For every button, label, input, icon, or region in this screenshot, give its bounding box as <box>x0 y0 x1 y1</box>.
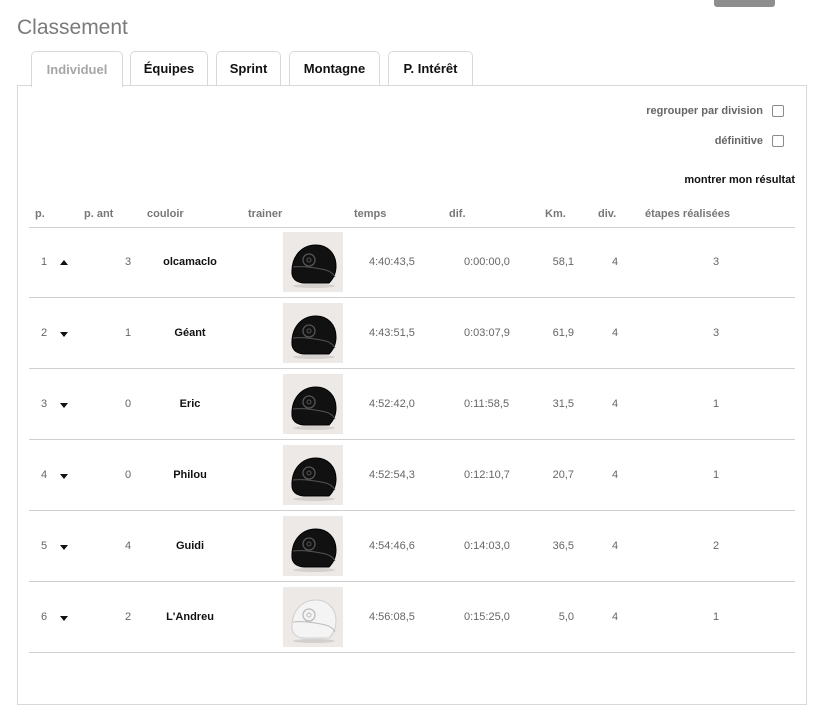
row-km: 31,5 <box>552 398 574 410</box>
col-div: div. <box>598 208 617 220</box>
table-body: 1 3 olcamaclo 4:40:43,5 0:00:00,0 58,1 4 3 2 1 Géa… <box>29 227 795 653</box>
col-position: p. <box>35 208 45 220</box>
row-previous: 2 <box>125 611 132 623</box>
show-my-result-link[interactable]: montrer mon résultat <box>684 174 795 186</box>
trend-down-icon <box>60 332 68 337</box>
row-diff: 0:00:00,0 <box>464 256 510 268</box>
trend-down-icon <box>60 545 68 550</box>
tab-equipes[interactable]: Équipes <box>130 51 208 85</box>
row-position: 3 <box>41 398 48 410</box>
row-previous: 1 <box>125 327 132 339</box>
row-name[interactable]: Eric <box>149 398 231 410</box>
tab-sprint[interactable]: Sprint <box>216 51 281 85</box>
row-stages: 1 <box>713 469 720 481</box>
trend-up-icon <box>60 260 68 265</box>
helmet-dark-icon <box>283 374 343 434</box>
row-name[interactable]: L'Andreu <box>149 611 231 623</box>
row-previous: 0 <box>125 398 132 410</box>
final-checkbox[interactable] <box>772 135 784 147</box>
row-time: 4:54:46,6 <box>369 540 415 552</box>
row-position: 2 <box>41 327 48 339</box>
table-row[interactable]: 5 4 Guidi 4:54:46,6 0:14:03,0 36,5 4 2 <box>29 511 795 582</box>
table-header: p. p. ant couloir trainer temps dif. Km.… <box>29 207 795 228</box>
final-option[interactable]: définitive <box>715 135 784 147</box>
page-title: Classement <box>17 16 128 39</box>
helmet-dark-icon <box>283 303 343 363</box>
table-row[interactable]: 4 0 Philou 4:52:54,3 0:12:10,7 20,7 4 1 <box>29 440 795 511</box>
helmet-dark-icon <box>283 232 343 292</box>
trend-down-icon <box>60 474 68 479</box>
trend-down-icon <box>60 403 68 408</box>
col-lane: couloir <box>147 208 184 220</box>
row-previous: 3 <box>125 256 132 268</box>
row-diff: 0:14:03,0 <box>464 540 510 552</box>
row-div: 4 <box>612 256 619 268</box>
helmet-dark-icon <box>283 516 343 576</box>
tab-p-interet[interactable]: P. Intérêt <box>388 51 473 85</box>
row-position: 4 <box>41 469 48 481</box>
table-row[interactable]: 2 1 Géant 4:43:51,5 0:03:07,9 61,9 4 3 <box>29 298 795 369</box>
row-km: 5,0 <box>558 611 574 623</box>
row-name[interactable]: Géant <box>149 327 231 339</box>
group-by-division-checkbox[interactable] <box>772 105 784 117</box>
row-diff: 0:03:07,9 <box>464 327 510 339</box>
col-stages: étapes réalisées <box>645 208 731 220</box>
row-div: 4 <box>612 469 619 481</box>
table-row[interactable]: 1 3 olcamaclo 4:40:43,5 0:00:00,0 58,1 4 3 <box>29 227 795 298</box>
row-position: 6 <box>41 611 48 623</box>
table-row[interactable]: 6 2 L'Andreu 4:56:08,5 0:15:25,0 5,0 4 1 <box>29 582 795 653</box>
row-diff: 0:12:10,7 <box>464 469 510 481</box>
row-km: 61,9 <box>552 327 574 339</box>
row-name[interactable]: olcamaclo <box>149 256 231 268</box>
row-time: 4:40:43,5 <box>369 256 415 268</box>
row-previous: 0 <box>125 469 132 481</box>
row-name[interactable]: Philou <box>149 469 231 481</box>
helmet-dark-icon <box>283 445 343 505</box>
col-km: Km. <box>545 208 566 220</box>
col-previous: p. ant <box>84 208 114 220</box>
table-row[interactable]: 3 0 Eric 4:52:42,0 0:11:58,5 31,5 4 1 <box>29 369 795 440</box>
row-previous: 4 <box>125 540 132 552</box>
row-km: 36,5 <box>552 540 574 552</box>
col-diff: dif. <box>449 208 466 220</box>
helmet-white-icon <box>283 587 343 647</box>
row-position: 5 <box>41 540 48 552</box>
group-by-division-option[interactable]: regrouper par division <box>646 105 784 117</box>
col-trainer: trainer <box>248 208 283 220</box>
tab-individuel[interactable]: Individuel <box>31 51 123 87</box>
tab-montagne[interactable]: Montagne <box>289 51 380 85</box>
row-stages: 1 <box>713 611 720 623</box>
row-time: 4:43:51,5 <box>369 327 415 339</box>
row-div: 4 <box>612 327 619 339</box>
row-stages: 1 <box>713 398 720 410</box>
group-by-division-label: regrouper par division <box>646 105 763 117</box>
row-time: 4:52:42,0 <box>369 398 415 410</box>
col-time: temps <box>354 208 387 220</box>
row-stages: 3 <box>713 256 720 268</box>
row-km: 20,7 <box>552 469 574 481</box>
top-button[interactable] <box>714 0 775 7</box>
row-name[interactable]: Guidi <box>149 540 231 552</box>
row-stages: 3 <box>713 327 720 339</box>
trend-down-icon <box>60 616 68 621</box>
row-km: 58,1 <box>552 256 574 268</box>
final-label: définitive <box>714 135 763 147</box>
ranking-panel: regrouper par division définitive montre… <box>17 85 807 705</box>
row-time: 4:52:54,3 <box>369 469 415 481</box>
row-position: 1 <box>41 256 48 268</box>
row-diff: 0:11:58,5 <box>464 398 510 410</box>
row-diff: 0:15:25,0 <box>464 611 510 623</box>
row-stages: 2 <box>713 540 720 552</box>
row-div: 4 <box>612 611 619 623</box>
row-div: 4 <box>612 540 619 552</box>
row-time: 4:56:08,5 <box>369 611 415 623</box>
row-div: 4 <box>612 398 619 410</box>
